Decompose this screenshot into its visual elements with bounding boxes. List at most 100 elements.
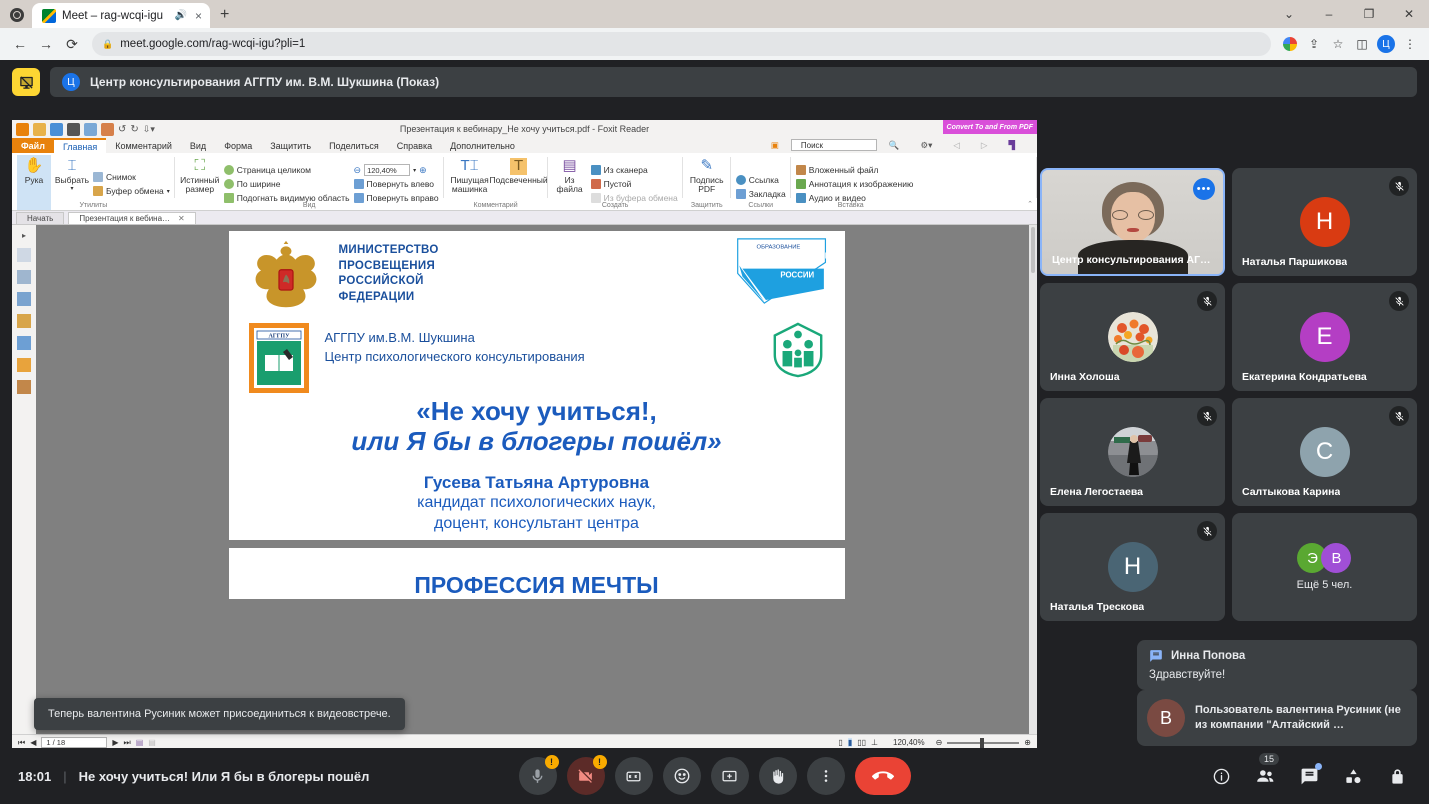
snapshot-button[interactable]: Снимок bbox=[93, 171, 170, 184]
menu-item-share[interactable]: Поделиться bbox=[320, 138, 388, 153]
rotate-left-button[interactable]: Повернуть влево bbox=[353, 178, 439, 191]
search-icon[interactable]: 🔍 bbox=[880, 140, 909, 151]
meeting-details-button[interactable] bbox=[1207, 762, 1235, 790]
participant-tile[interactable]: С Салтыкова Карина bbox=[1232, 398, 1417, 506]
participant-tile[interactable]: Е Екатерина Кондратьева bbox=[1232, 283, 1417, 391]
pdf-document-area[interactable]: ▸ МИНИСТЕРСТВО ПРОСВЕЩЕНИЯ РОССИЙСКОЙ ФЕ… bbox=[12, 225, 1037, 734]
menu-item-comment[interactable]: Комментарий bbox=[106, 138, 181, 153]
zoom-in-icon[interactable]: ⊕ bbox=[1024, 738, 1031, 747]
participant-tile[interactable]: Елена Легостаева bbox=[1040, 398, 1225, 506]
more-options-button[interactable] bbox=[806, 757, 845, 795]
reactions-button[interactable] bbox=[662, 757, 701, 795]
last-page-icon[interactable]: ⏭ bbox=[124, 738, 131, 748]
zoom-slider[interactable] bbox=[947, 737, 1020, 748]
back-button[interactable]: ← bbox=[8, 32, 32, 56]
fit-page-button[interactable]: Страница целиком bbox=[223, 164, 350, 177]
menu-item-extra[interactable]: Дополнительно bbox=[441, 138, 524, 153]
next-result-icon[interactable]: ▷ bbox=[972, 140, 997, 151]
participant-tile[interactable]: Н Наталья Паршикова bbox=[1232, 168, 1417, 276]
address-bar[interactable]: 🔒 meet.google.com/rag-wcqi-igu?pli=1 bbox=[92, 32, 1271, 56]
pdf-scrollbar[interactable] bbox=[1029, 225, 1037, 734]
search-settings-icon[interactable]: ⚙▾ bbox=[911, 140, 941, 151]
zoom-out-icon[interactable]: ⊖ bbox=[936, 738, 943, 747]
next-page-icon[interactable]: ▶ bbox=[112, 738, 118, 747]
zoom-out-icon[interactable]: ⊖ bbox=[354, 165, 362, 176]
search-input[interactable]: Поиск bbox=[790, 139, 877, 151]
expand-panel-icon[interactable]: ▸ bbox=[22, 231, 26, 240]
profile-avatar[interactable]: Ц bbox=[1375, 33, 1397, 55]
layers-panel-icon[interactable] bbox=[17, 270, 31, 284]
clipboard-button[interactable]: Буфер обмена ▾ bbox=[93, 185, 170, 198]
continuous-icon[interactable]: ▮ bbox=[847, 738, 853, 747]
attachment-button[interactable]: Вложенный файл bbox=[795, 164, 914, 177]
prev-result-icon[interactable]: ◁ bbox=[944, 140, 969, 151]
window-maximize-button[interactable]: ❐ bbox=[1349, 0, 1389, 28]
shared-screen[interactable]: ↺ ↻ ⇩▾ Презентация к вебинару_Не хочу уч… bbox=[12, 120, 1038, 750]
chrome-menu-icon[interactable]: ⋮ bbox=[1399, 33, 1421, 55]
window-close-button[interactable]: ✕ bbox=[1389, 0, 1429, 28]
from-scanner-button[interactable]: Из сканера bbox=[590, 164, 678, 177]
window-minimize-button[interactable]: – bbox=[1309, 0, 1349, 28]
chat-button[interactable] bbox=[1295, 762, 1323, 790]
doc-tab-close-icon[interactable]: ✕ bbox=[178, 214, 185, 223]
first-page-icon[interactable]: ⏮ bbox=[18, 738, 25, 748]
menu-item-form[interactable]: Форма bbox=[215, 138, 261, 153]
search-scope-icon[interactable]: ▣ bbox=[762, 140, 788, 151]
leave-call-button[interactable] bbox=[854, 757, 911, 795]
stop-presenting-icon[interactable] bbox=[12, 68, 40, 96]
menu-item-help[interactable]: Справка bbox=[388, 138, 441, 153]
participant-tile-self[interactable]: ••• Центр консультирования АГ… bbox=[1040, 168, 1225, 276]
stamps-panel-icon[interactable] bbox=[17, 314, 31, 328]
fit-width-button[interactable]: По ширине bbox=[223, 178, 350, 191]
present-button[interactable] bbox=[710, 757, 749, 795]
doc-tab-presentation[interactable]: Презентация к вебина… ✕ bbox=[68, 212, 196, 224]
browser-tab[interactable]: Meet – rag-wcqi-igu 🔊 × bbox=[32, 3, 210, 28]
share-icon[interactable]: ⇪ bbox=[1303, 33, 1325, 55]
menu-item-home[interactable]: Главная bbox=[53, 138, 107, 153]
comments-panel-icon[interactable] bbox=[17, 292, 31, 306]
microphone-button[interactable]: ! bbox=[518, 755, 559, 795]
rotate-view-icon[interactable]: ▤ bbox=[136, 738, 144, 747]
window-collapse-button[interactable]: ⌄ bbox=[1269, 0, 1309, 28]
bookmark-button[interactable]: Закладка bbox=[735, 187, 786, 200]
participants-button[interactable]: 15 bbox=[1251, 753, 1280, 790]
participant-tile[interactable]: Н Наталья Трескова bbox=[1040, 513, 1225, 621]
convert-banner[interactable]: Convert To and From PDF bbox=[942, 120, 1037, 134]
facing-icon[interactable]: ▯▯ bbox=[857, 738, 866, 747]
collapse-ribbon-icon[interactable]: ⌃ bbox=[1027, 200, 1033, 208]
tab-close-icon[interactable]: × bbox=[193, 9, 204, 23]
blank-page-button[interactable]: Пустой bbox=[590, 178, 678, 191]
page-number-input[interactable]: 1 / 18 bbox=[41, 737, 108, 748]
image-annotation-button[interactable]: Аннотация к изображению bbox=[795, 178, 913, 191]
zoom-in-icon[interactable]: ⊕ bbox=[419, 165, 427, 176]
signature-panel-icon[interactable] bbox=[17, 380, 31, 394]
menu-item-file[interactable]: Файл bbox=[12, 138, 54, 153]
chrome-app-menu-icon[interactable] bbox=[10, 8, 24, 22]
more-options-icon[interactable]: ••• bbox=[1193, 178, 1215, 200]
doc-tab-start[interactable]: Начать bbox=[16, 212, 65, 224]
camera-button[interactable]: ! bbox=[566, 755, 607, 795]
google-icon[interactable] bbox=[1279, 33, 1301, 55]
zoom-value-input[interactable]: 120,40% bbox=[364, 164, 411, 176]
reload-button[interactable]: ⟳ bbox=[60, 32, 84, 56]
raise-hand-button[interactable] bbox=[758, 757, 797, 795]
chat-popup[interactable]: Инна Попова Здравствуйте! bbox=[1137, 640, 1417, 690]
split-icon[interactable]: ⊥ bbox=[871, 738, 878, 747]
participant-tile[interactable]: Инна Холоша bbox=[1040, 283, 1225, 391]
menu-item-protect[interactable]: Защитить bbox=[261, 138, 320, 153]
prev-page-icon[interactable]: ◀ bbox=[30, 738, 36, 747]
menu-item-view[interactable]: Вид bbox=[181, 138, 215, 153]
attachments-panel-icon[interactable] bbox=[17, 336, 31, 350]
single-page-icon[interactable]: ▯ bbox=[838, 738, 842, 747]
pages-panel-icon[interactable] bbox=[17, 248, 31, 262]
zoom-controls[interactable]: ⊖ 120,40% ▾ ⊕ bbox=[354, 164, 439, 177]
activities-button[interactable] bbox=[1339, 762, 1367, 790]
new-tab-button[interactable]: + bbox=[220, 6, 229, 24]
tab-audio-icon[interactable]: 🔊 bbox=[175, 10, 187, 21]
captions-button[interactable] bbox=[614, 757, 653, 795]
host-controls-button[interactable] bbox=[1383, 762, 1411, 790]
security-panel-icon[interactable] bbox=[17, 358, 31, 372]
sidepanel-icon[interactable]: ◫ bbox=[1351, 33, 1373, 55]
bookmark-ribbon-icon[interactable]: ▜ bbox=[999, 140, 1024, 151]
more-participants-tile[interactable]: Э В Ещё 5 чел. bbox=[1232, 513, 1417, 621]
